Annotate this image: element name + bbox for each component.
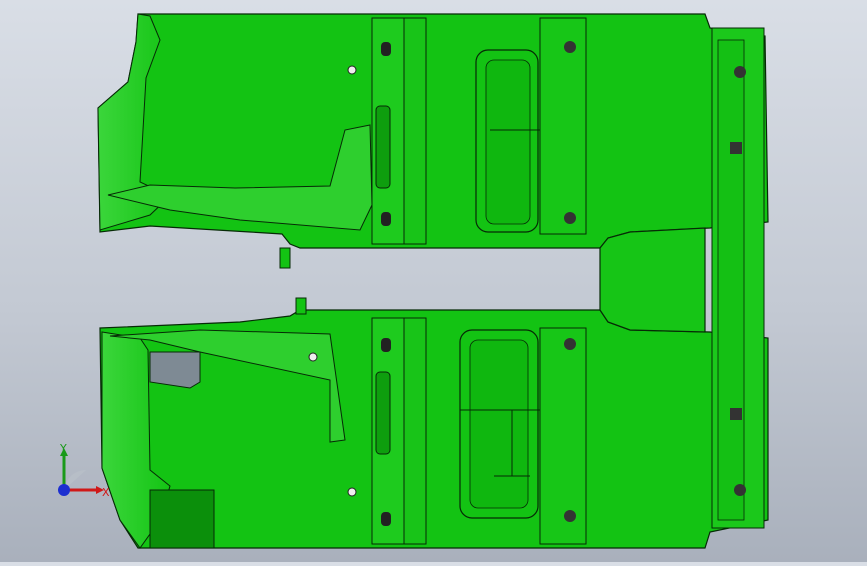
lower-slot-mid bbox=[375, 371, 391, 455]
upper-right-column bbox=[539, 17, 587, 235]
graphics-viewport[interactable]: X Y bbox=[0, 0, 867, 562]
lower-left-cutout bbox=[149, 351, 201, 389]
hole-lower-2 bbox=[347, 487, 357, 497]
x-axis-label: X bbox=[102, 486, 110, 499]
center-tunnel bbox=[599, 227, 706, 333]
hole-edge-2 bbox=[734, 484, 746, 496]
y-axis-label: Y bbox=[60, 442, 67, 455]
slot-edge-2 bbox=[730, 408, 742, 420]
hole-lower-1 bbox=[308, 352, 318, 362]
right-edge-channel bbox=[717, 39, 745, 521]
lower-slot-bottom bbox=[381, 512, 391, 526]
floor-panel-model[interactable] bbox=[0, 0, 867, 562]
hole-upper-right-2 bbox=[564, 212, 576, 224]
lower-right-column bbox=[539, 327, 587, 545]
upper-rib-2 bbox=[403, 17, 427, 245]
upper-bracket bbox=[279, 247, 291, 269]
slot-edge-1 bbox=[730, 142, 742, 154]
hole-upper-right-1 bbox=[564, 41, 576, 53]
upper-slot-bottom bbox=[381, 212, 391, 226]
upper-slot-mid bbox=[375, 105, 391, 189]
lower-left-block bbox=[149, 489, 215, 549]
lower-bracket bbox=[295, 297, 307, 315]
coordinate-triad: X Y bbox=[44, 440, 114, 510]
z-axis-origin bbox=[58, 484, 70, 496]
upper-pocket-inner bbox=[485, 59, 531, 225]
lower-rib-2 bbox=[403, 317, 427, 545]
lower-pocket-inner bbox=[469, 339, 529, 509]
upper-slot-top bbox=[381, 42, 391, 56]
hole-lower-right-2 bbox=[564, 510, 576, 522]
hole-edge-1 bbox=[734, 66, 746, 78]
hole-upper-1 bbox=[347, 65, 357, 75]
hole-lower-right-1 bbox=[564, 338, 576, 350]
triad-graphic bbox=[58, 448, 104, 496]
lower-slot-top bbox=[381, 338, 391, 352]
